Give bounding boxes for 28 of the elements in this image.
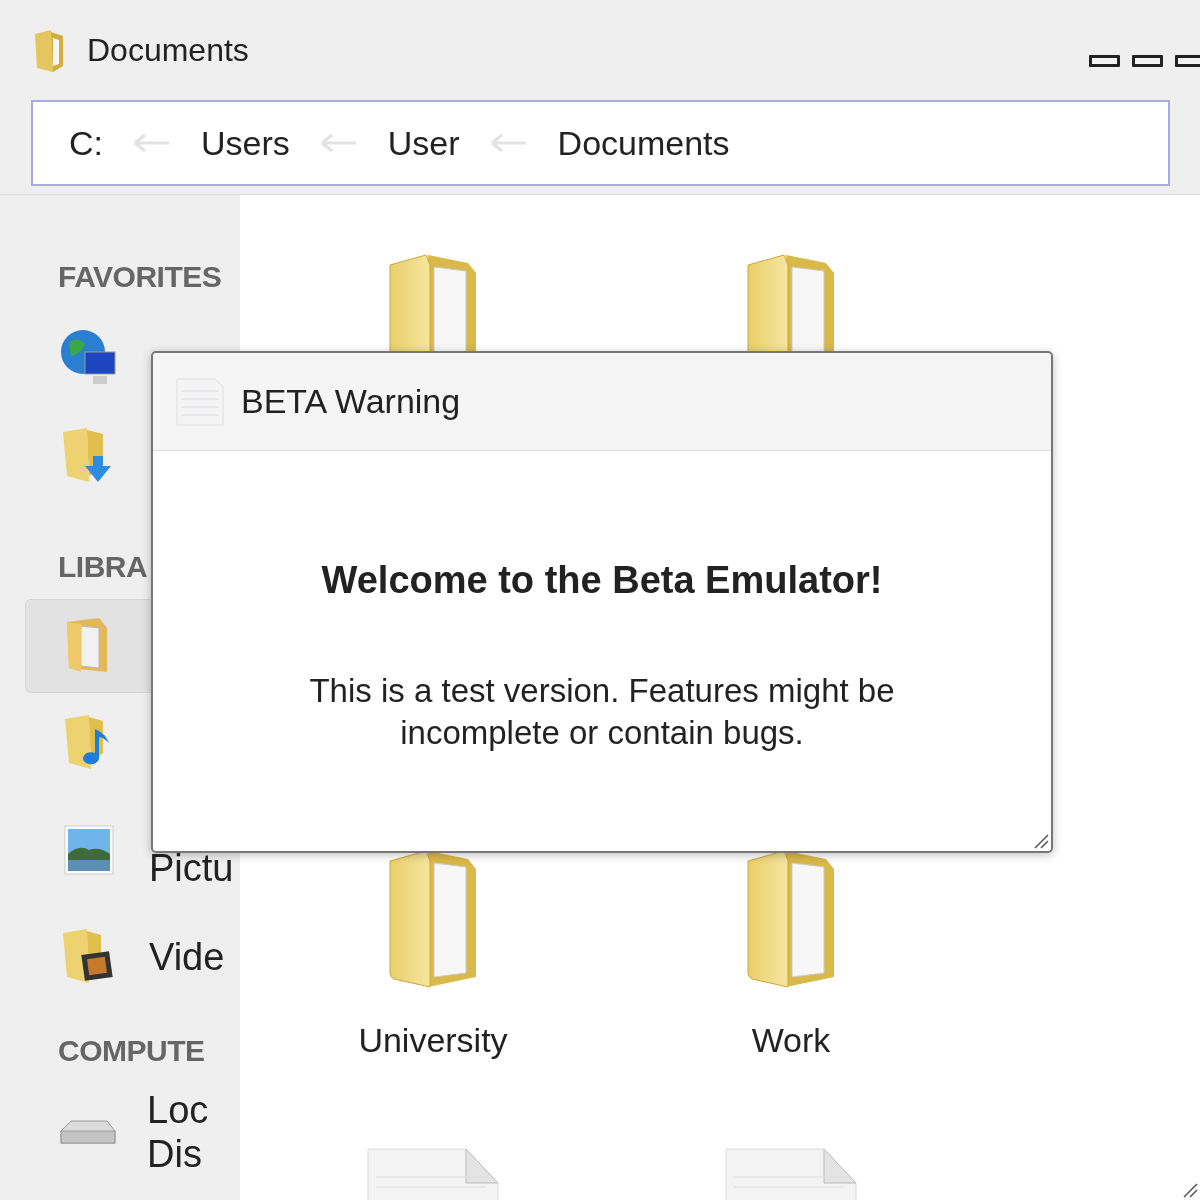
section-heading: FAVORITES	[57, 259, 223, 295]
dialog-heading: Welcome to the Beta Emulator!	[321, 559, 883, 602]
file-name[interactable]: Work	[751, 1021, 831, 1060]
window-title: Documents	[87, 31, 249, 69]
left-arrow-icon	[133, 133, 171, 153]
folder-icon	[33, 28, 65, 72]
dialog-message: This is a test version. Features might be incomplete or contain bugs.	[308, 671, 896, 753]
dialog-title: BETA Warning	[241, 382, 461, 421]
resize-grip-icon[interactable]	[1033, 833, 1049, 849]
sidebar-item[interactable]: Loc Dis	[25, 1083, 240, 1181]
breadcrumb-item[interactable]: User	[387, 123, 460, 163]
minimize-button[interactable]	[1089, 55, 1120, 67]
maximize-button[interactable]	[1132, 55, 1163, 67]
section-heading: LIBRA	[57, 549, 149, 585]
address-bar[interactable]: C: Users User Documents	[31, 100, 1170, 186]
breadcrumb-item[interactable]: Users	[201, 123, 290, 163]
left-arrow-icon	[319, 133, 358, 153]
sidebar-item[interactable]: Vide	[25, 909, 240, 1005]
close-button[interactable]	[1175, 55, 1200, 67]
resize-grip-icon[interactable]	[1182, 1182, 1198, 1198]
breadcrumb-item[interactable]: C:	[69, 123, 103, 163]
hard-drive-icon	[59, 1119, 117, 1145]
section-heading: COMPUTE	[57, 1033, 206, 1069]
breadcrumb-item[interactable]: Documents	[557, 123, 730, 163]
sidebar-item[interactable]: Pictu	[25, 793, 240, 909]
file-name[interactable]: University	[358, 1021, 508, 1060]
document-icon	[175, 376, 225, 427]
left-arrow-icon	[489, 133, 528, 153]
